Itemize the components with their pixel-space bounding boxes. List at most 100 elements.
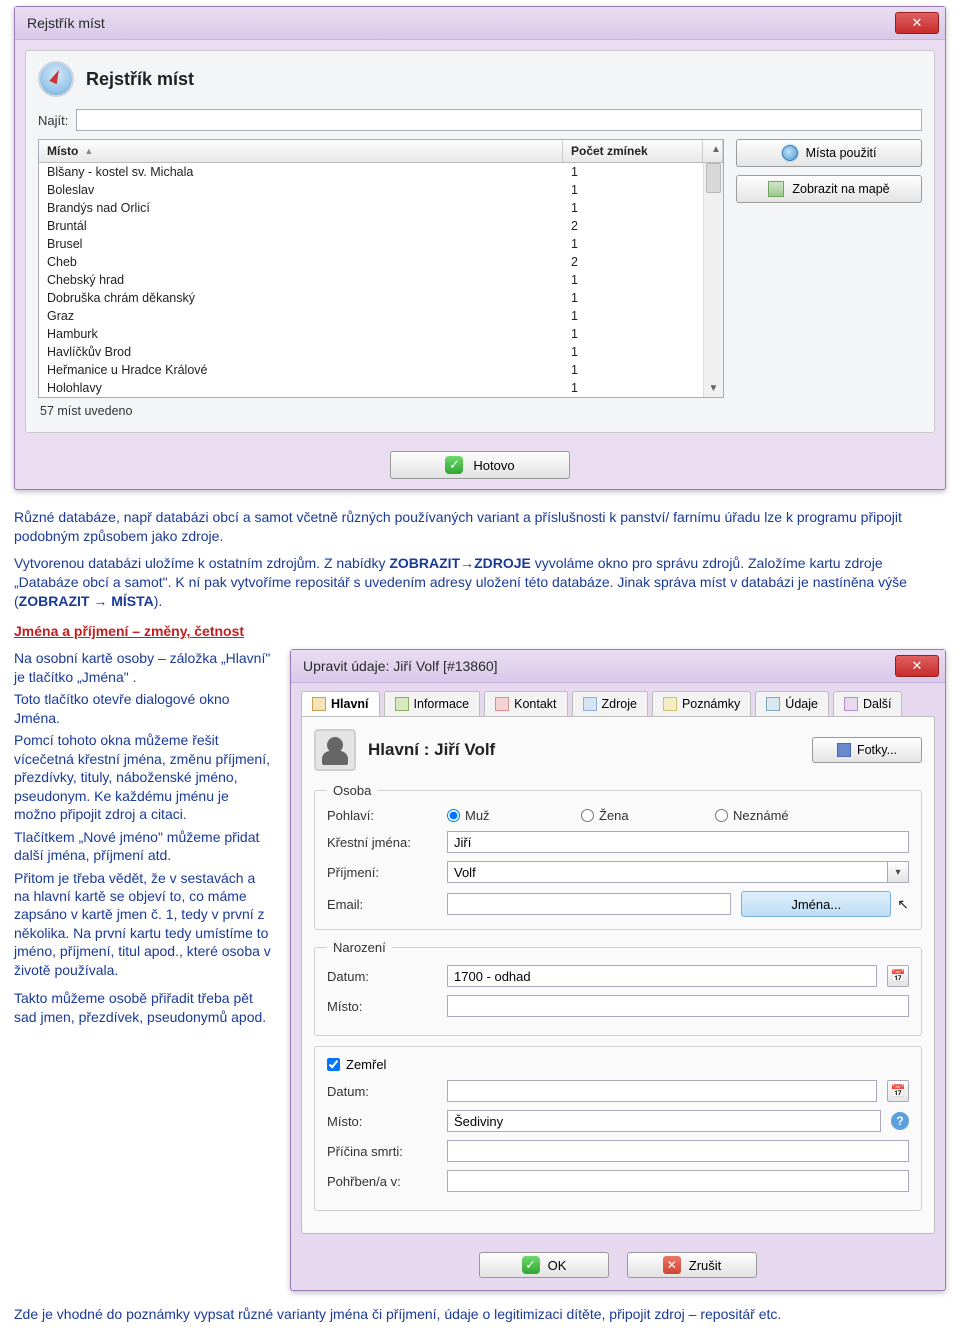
table-row[interactable]: Bruntál2 [39, 217, 703, 235]
done-button[interactable]: ✓ Hotovo [390, 451, 570, 479]
places-index-dialog: Rejstřík míst ✕ Rejstřík míst Najít: Mís… [14, 6, 946, 490]
gender-radio[interactable] [581, 809, 594, 822]
table-row[interactable]: Dobruška chrám děkanský1 [39, 289, 703, 307]
help-icon[interactable]: ? [891, 1112, 909, 1130]
table-row[interactable]: Brandýs nad Orlicí1 [39, 199, 703, 217]
place-cell: Chebský hrad [39, 271, 563, 289]
scroll-thumb[interactable] [706, 163, 721, 193]
table-row[interactable]: Heřmanice u Hradce Králové1 [39, 361, 703, 379]
birth-place-label: Místo: [327, 999, 437, 1014]
burial-label: Pohřben/a v: [327, 1174, 437, 1189]
death-date-label: Datum: [327, 1084, 437, 1099]
edit-person-dialog: Upravit údaje: Jiří Volf [#13860] ✕ Hlav… [290, 649, 946, 1291]
birth-date-picker-button[interactable]: 📅 [887, 965, 909, 987]
names-button[interactable]: Jména... [741, 891, 891, 917]
gender-option-muž[interactable]: Muž [447, 808, 557, 823]
email-input[interactable] [447, 893, 731, 915]
cancel-button[interactable]: ✕ Zrušit [627, 1252, 757, 1278]
status-text: 57 míst uvedeno [38, 398, 922, 420]
gender-radio[interactable] [715, 809, 728, 822]
ok-button[interactable]: ✓ OK [479, 1252, 609, 1278]
titlebar[interactable]: Upravit údaje: Jiří Volf [#13860] ✕ [291, 650, 945, 683]
birth-date-label: Datum: [327, 969, 437, 984]
scroll-up-header[interactable]: ▲ [703, 140, 723, 162]
death-date-picker-button[interactable]: 📅 [887, 1080, 909, 1102]
tab-hlavní[interactable]: Hlavní [301, 691, 380, 716]
close-button[interactable]: ✕ [895, 12, 939, 34]
col-place-header[interactable]: Místo ▲ [39, 140, 563, 162]
table-row[interactable]: Hamburk1 [39, 325, 703, 343]
death-place-input[interactable] [447, 1110, 881, 1132]
table-row[interactable]: Brusel1 [39, 235, 703, 253]
place-cell: Heřmanice u Hradce Králové [39, 361, 563, 379]
table-row[interactable]: Holohlavy1 [39, 379, 703, 397]
count-cell: 1 [563, 379, 703, 397]
footer-paragraph: Zde je vhodné do poznámky vypsat různé v… [14, 1305, 946, 1324]
show-on-map-button[interactable]: Zobrazit na mapě [736, 175, 922, 203]
panel-title: Hlavní : Jiří Volf [368, 740, 800, 760]
tab-kontakt[interactable]: Kontakt [484, 691, 567, 716]
place-cell: Graz [39, 307, 563, 325]
dialog-body: Rejstřík míst Najít: Místo ▲ Počet zmíne… [25, 50, 935, 433]
count-cell: 1 [563, 361, 703, 379]
scroll-down-icon[interactable]: ▼ [709, 380, 719, 397]
deceased-label: Zemřel [346, 1057, 386, 1072]
tab-další[interactable]: Další [833, 691, 902, 716]
firstname-label: Křestní jména: [327, 835, 437, 850]
table-row[interactable]: Cheb2 [39, 253, 703, 271]
lastname-dropdown-button[interactable]: ▾ [887, 861, 909, 883]
death-date-input[interactable] [447, 1080, 877, 1102]
count-cell: 2 [563, 253, 703, 271]
lastname-input[interactable] [447, 861, 887, 883]
scrollbar[interactable]: ▼ [703, 163, 723, 397]
tab-informace[interactable]: Informace [384, 691, 481, 716]
tab-údaje[interactable]: Údaje [755, 691, 829, 716]
table-row[interactable]: Havlíčkův Brod1 [39, 343, 703, 361]
count-cell: 1 [563, 307, 703, 325]
place-cell: Havlíčkův Brod [39, 343, 563, 361]
globe-icon [782, 145, 798, 161]
count-cell: 1 [563, 199, 703, 217]
window-title: Rejstřík míst [21, 15, 895, 31]
tab-icon [395, 697, 409, 711]
burial-input[interactable] [447, 1170, 909, 1192]
firstname-input[interactable] [447, 831, 909, 853]
gender-option-žena[interactable]: Žena [581, 808, 691, 823]
count-cell: 1 [563, 271, 703, 289]
gender-radio[interactable] [447, 809, 460, 822]
place-cell: Brusel [39, 235, 563, 253]
photos-button[interactable]: Fotky... [812, 737, 922, 763]
table-row[interactable]: Blšany - kostel sv. Michala1 [39, 163, 703, 181]
death-cause-input[interactable] [447, 1140, 909, 1162]
search-label: Najít: [38, 113, 68, 128]
check-icon: ✓ [522, 1256, 540, 1274]
death-fieldset: Zemřel Datum: 📅 Místo: ? Příčina smrti: [314, 1046, 922, 1211]
titlebar[interactable]: Rejstřík míst ✕ [15, 7, 945, 40]
table-row[interactable]: Graz1 [39, 307, 703, 325]
email-label: Email: [327, 897, 437, 912]
deceased-checkbox[interactable] [327, 1058, 340, 1071]
search-input[interactable] [76, 109, 922, 131]
table-row[interactable]: Chebský hrad1 [39, 271, 703, 289]
count-cell: 1 [563, 163, 703, 181]
compass-icon [38, 61, 74, 97]
birth-place-input[interactable] [447, 995, 909, 1017]
place-cell: Cheb [39, 253, 563, 271]
person-fieldset: Osoba Pohlaví: MužŽenaNeznámé Křestní jm… [314, 783, 922, 930]
tab-zdroje[interactable]: Zdroje [572, 691, 648, 716]
lastname-label: Příjmení: [327, 865, 437, 880]
place-cell: Hamburk [39, 325, 563, 343]
place-cell: Dobruška chrám děkanský [39, 289, 563, 307]
tab-poznámky[interactable]: Poznámky [652, 691, 751, 716]
birth-date-input[interactable] [447, 965, 877, 987]
left-text-column: Na osobní kartě osoby – záložka „Hlavní"… [14, 649, 274, 1291]
count-cell: 1 [563, 235, 703, 253]
main-panel: Hlavní : Jiří Volf Fotky... Osoba Pohlav… [301, 716, 935, 1234]
gender-option-neznámé[interactable]: Neznámé [715, 808, 825, 823]
place-cell: Bruntál [39, 217, 563, 235]
table-row[interactable]: Boleslav1 [39, 181, 703, 199]
tab-label: Kontakt [514, 697, 556, 711]
places-usage-button[interactable]: Místa použití [736, 139, 922, 167]
col-count-header[interactable]: Počet zmínek [563, 140, 703, 162]
close-button[interactable]: ✕ [895, 655, 939, 677]
